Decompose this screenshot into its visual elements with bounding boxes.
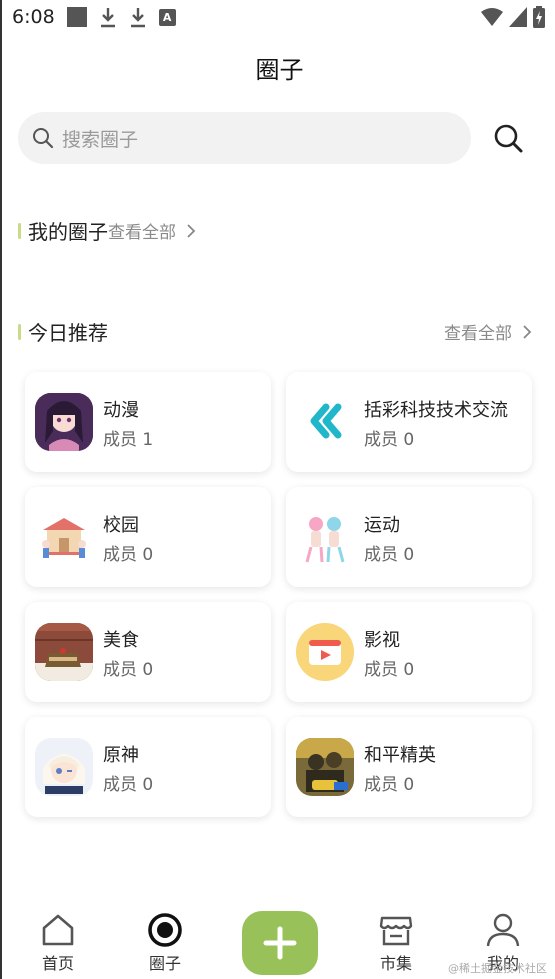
notification-square-icon bbox=[66, 7, 87, 27]
chevron-right-icon bbox=[523, 324, 532, 339]
circle-name: 动漫 bbox=[103, 400, 139, 421]
cake-avatar bbox=[35, 623, 93, 681]
circle-name: 括彩科技技术交流 bbox=[364, 400, 508, 421]
circle-card-pubg[interactable]: 和平精英 成员 0 bbox=[286, 717, 532, 817]
plus-icon bbox=[263, 926, 297, 960]
double-chevron-logo bbox=[296, 393, 354, 451]
circle-name: 运动 bbox=[364, 515, 400, 536]
member-count: 成员 0 bbox=[103, 545, 154, 565]
search-button[interactable] bbox=[492, 122, 524, 154]
battery-icon bbox=[533, 6, 545, 28]
app-notification-icon: A bbox=[158, 8, 176, 26]
wifi-icon bbox=[481, 8, 503, 26]
search-icon bbox=[33, 128, 54, 149]
circle-card-sport[interactable]: 运动 成员 0 bbox=[286, 487, 532, 587]
recommend-title: 今日推荐 bbox=[28, 321, 108, 345]
my-circles-view-all[interactable]: 查看全部 bbox=[108, 218, 200, 243]
circle-name: 校园 bbox=[103, 515, 139, 536]
store-icon bbox=[379, 916, 413, 946]
anime-girl-avatar bbox=[35, 393, 93, 451]
video-play-avatar bbox=[296, 623, 354, 681]
add-post-button[interactable] bbox=[242, 911, 318, 975]
watermark: @稀土掘金技术社区 bbox=[448, 962, 547, 975]
page-title: 圈子 bbox=[255, 56, 304, 84]
status-time: 6:08 bbox=[12, 6, 55, 28]
search-placeholder: 搜索圈子 bbox=[62, 128, 139, 151]
circle-card-movie[interactable]: 影视 成员 0 bbox=[286, 602, 532, 702]
circle-card-campus[interactable]: 校园 成员 0 bbox=[25, 487, 271, 587]
tab-label: 圈子 bbox=[148, 954, 181, 973]
download-icon bbox=[130, 8, 145, 28]
search-input[interactable]: 搜索圈子 bbox=[18, 112, 471, 164]
game-soldier-avatar bbox=[296, 738, 354, 796]
circle-name: 美食 bbox=[103, 630, 139, 651]
member-count: 成员 0 bbox=[364, 775, 415, 795]
recommend-view-all[interactable]: 查看全部 bbox=[444, 319, 536, 344]
circle-card-genshin[interactable]: 原神 成员 0 bbox=[25, 717, 271, 817]
member-count: 成员 0 bbox=[103, 775, 154, 795]
my-circles-header: 我的圈子 查看全部 bbox=[18, 216, 200, 245]
home-icon bbox=[42, 914, 74, 946]
circle-name: 原神 bbox=[103, 745, 139, 766]
circle-card-anime[interactable]: 动漫 成员 1 bbox=[25, 372, 271, 472]
circle-card-food[interactable]: 美食 成员 0 bbox=[25, 602, 271, 702]
member-count: 成员 0 bbox=[364, 660, 415, 680]
tab-home[interactable]: 首页 bbox=[18, 906, 98, 974]
section-accent-bar bbox=[18, 323, 21, 340]
circle-card-tech[interactable]: 括彩科技技术交流 成员 0 bbox=[286, 372, 532, 472]
sport-girls-avatar bbox=[296, 508, 354, 566]
view-all-label: 查看全部 bbox=[108, 223, 176, 243]
campus-gate-avatar bbox=[35, 508, 93, 566]
circle-name: 和平精英 bbox=[364, 745, 436, 766]
user-icon bbox=[486, 913, 520, 947]
member-count: 成员 0 bbox=[103, 660, 154, 680]
chevron-right-icon bbox=[187, 223, 196, 238]
tab-label: 市集 bbox=[379, 954, 412, 973]
genshin-character-avatar bbox=[35, 738, 93, 796]
my-circles-title: 我的圈子 bbox=[28, 220, 108, 244]
tab-market[interactable]: 市集 bbox=[356, 906, 436, 974]
status-bar: 6:08 A bbox=[2, 0, 555, 34]
member-count: 成员 1 bbox=[103, 430, 154, 450]
section-accent-bar bbox=[18, 222, 21, 239]
circle-target-icon bbox=[148, 913, 182, 947]
member-count: 成员 0 bbox=[364, 545, 415, 565]
member-count: 成员 0 bbox=[364, 430, 415, 450]
view-all-label: 查看全部 bbox=[444, 324, 512, 344]
signal-icon bbox=[509, 7, 527, 27]
download-icon bbox=[100, 8, 115, 28]
tab-circles[interactable]: 圈子 bbox=[125, 906, 205, 974]
circle-name: 影视 bbox=[364, 630, 400, 651]
tab-label: 首页 bbox=[41, 954, 74, 973]
